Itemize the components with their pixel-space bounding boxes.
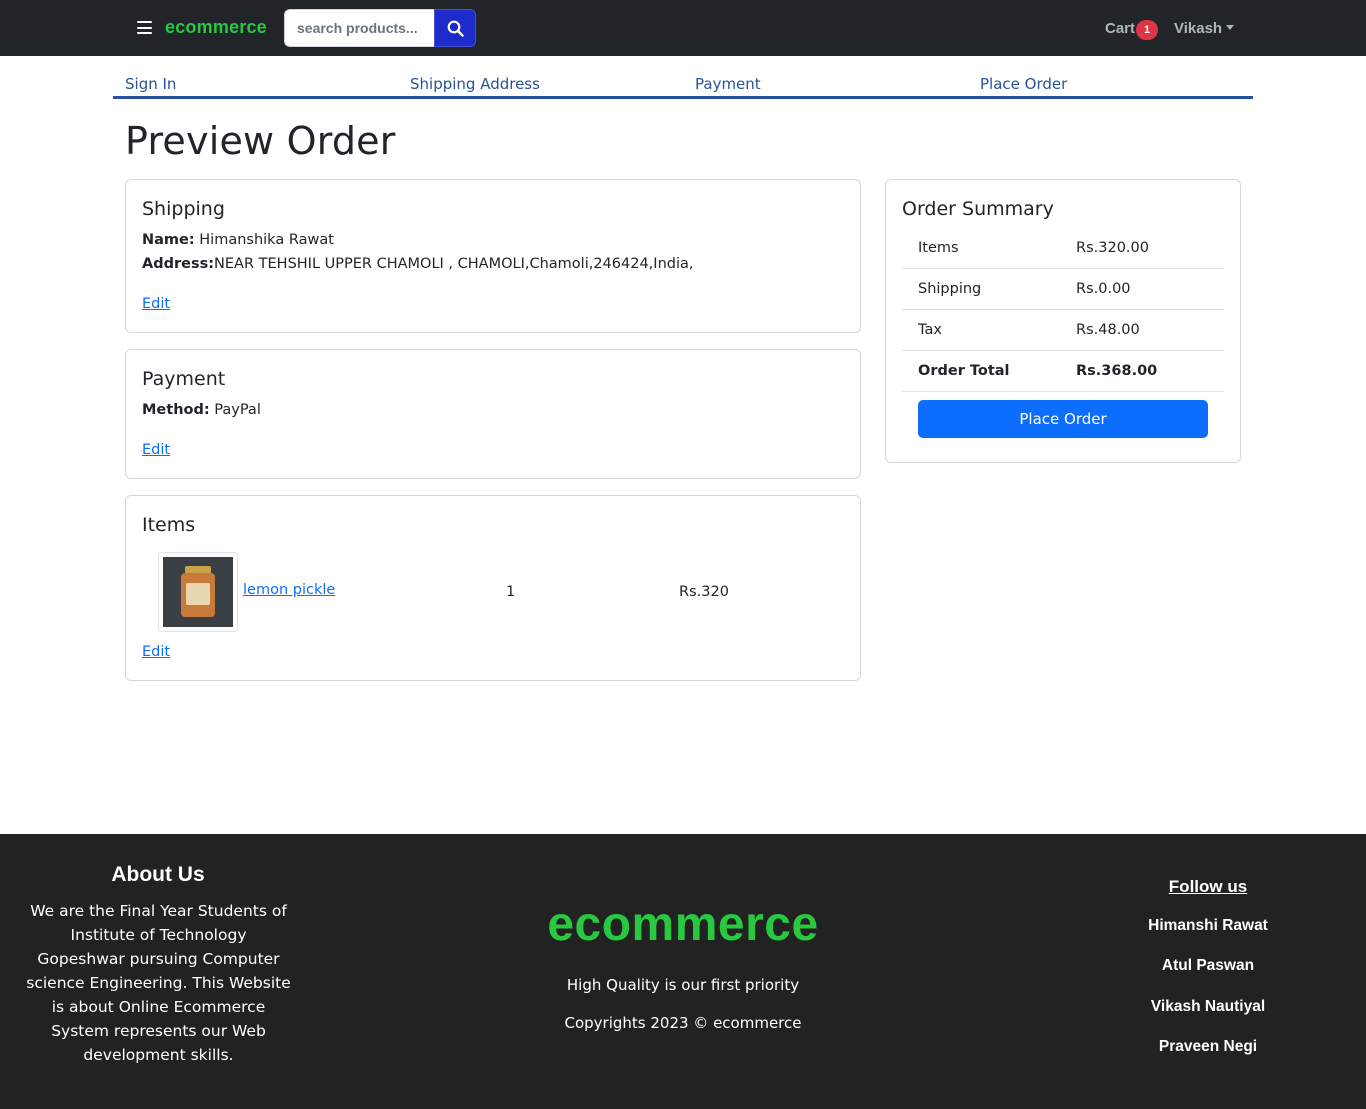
address-label: Address: — [142, 256, 215, 272]
edit-payment-link[interactable]: Edit — [142, 442, 170, 458]
shipping-title: Shipping — [142, 198, 225, 220]
summary-row-items: Items Rs.320.00 — [902, 228, 1224, 269]
step-payment[interactable]: Payment — [695, 75, 761, 93]
search-icon — [447, 20, 464, 37]
summary-title: Order Summary — [902, 198, 1054, 220]
shipping-name: Name: Himanshika Rawat — [142, 232, 334, 248]
follow-us-title: Follow us — [1168, 877, 1248, 896]
address-value: NEAR TEHSHIL UPPER CHAMOLI , CHAMOLI,Cha… — [214, 256, 694, 272]
step-shipping-address[interactable]: Shipping Address — [410, 75, 540, 93]
name-value: Himanshika Rawat — [199, 232, 334, 248]
user-name: Vikash — [1174, 20, 1223, 37]
top-navbar: ecommerce Cart 1 Vikash — [0, 0, 1366, 56]
order-summary-card: Order Summary Items Rs.320.00 Shipping R… — [885, 179, 1241, 463]
checkout-steps: Sign In Shipping Address Payment Place O… — [113, 74, 1253, 99]
shipping-address: Address:NEAR TEHSHIL UPPER CHAMOLI , CHA… — [142, 256, 694, 272]
footer-tagline: High Quality is our first priority — [566, 976, 800, 994]
item-thumbnail — [158, 552, 238, 632]
step-sign-in[interactable]: Sign In — [125, 75, 176, 93]
footer-copyright: Copyrights 2023 © ecommerce — [564, 1014, 802, 1032]
step-place-order[interactable]: Place Order — [980, 75, 1067, 93]
summary-value: Rs.0.00 — [1076, 281, 1131, 297]
cart-count-badge: 1 — [1136, 20, 1158, 40]
items-title: Items — [142, 514, 196, 536]
summary-row-tax: Tax Rs.48.00 — [902, 310, 1224, 351]
summary-value: Rs.320.00 — [1076, 240, 1149, 256]
chevron-down-icon — [1226, 25, 1235, 30]
payment-method: Method: PayPal — [142, 402, 261, 418]
method-value: PayPal — [214, 402, 261, 418]
item-price: Rs.320 — [679, 584, 729, 600]
summary-label: Shipping — [918, 281, 982, 297]
place-order-button[interactable]: Place Order — [918, 400, 1208, 438]
follow-link-member[interactable]: Vikash Nautiyal — [1108, 998, 1308, 1016]
follow-link-member[interactable]: Praveen Negi — [1108, 1038, 1308, 1056]
summary-value: Rs.48.00 — [1076, 322, 1140, 338]
payment-card: Payment Method: PayPal Edit — [125, 349, 861, 479]
summary-label: Order Total — [918, 363, 1010, 379]
edit-items-link[interactable]: Edit — [142, 644, 170, 660]
follow-link-member[interactable]: Atul Paswan — [1108, 957, 1308, 975]
summary-label: Tax — [918, 322, 942, 338]
edit-shipping-link[interactable]: Edit — [142, 296, 170, 312]
item-name-link[interactable]: lemon pickle — [243, 582, 335, 598]
search-box — [284, 9, 476, 47]
payment-title: Payment — [142, 368, 226, 390]
summary-label: Items — [918, 240, 959, 256]
method-label: Method: — [142, 402, 210, 418]
search-input[interactable] — [284, 9, 435, 47]
cart-link[interactable]: Cart — [1105, 20, 1135, 37]
summary-row-shipping: Shipping Rs.0.00 — [902, 269, 1224, 310]
search-button[interactable] — [434, 9, 476, 47]
page-title: Preview Order — [125, 119, 396, 163]
item-quantity: 1 — [506, 584, 516, 600]
follow-link-member[interactable]: Himanshi Rawat — [1108, 917, 1308, 935]
summary-value: Rs.368.00 — [1076, 363, 1158, 379]
summary-row-order-total: Order Total Rs.368.00 — [902, 351, 1224, 392]
footer: About Us We are the Final Year Students … — [0, 834, 1366, 1109]
items-card: Items lemon pickle 1 Rs.320 Edit — [125, 495, 861, 681]
pickle-jar-image — [163, 557, 233, 627]
about-us-title: About Us — [111, 863, 205, 886]
hamburger-menu-icon[interactable] — [137, 21, 152, 34]
shipping-card: Shipping Name: Himanshika Rawat Address:… — [125, 179, 861, 333]
user-dropdown[interactable]: Vikash — [1174, 20, 1235, 37]
brand-logo-link[interactable]: ecommerce — [165, 17, 267, 38]
name-label: Name: — [142, 232, 195, 248]
